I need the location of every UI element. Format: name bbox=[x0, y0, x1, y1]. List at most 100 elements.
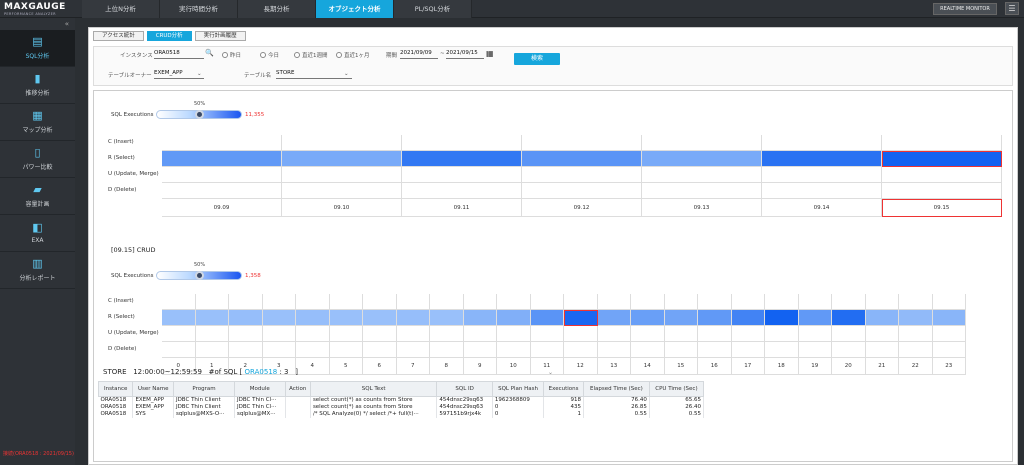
date-to-input[interactable]: 2021/09/15 bbox=[446, 50, 484, 59]
grid-cell[interactable] bbox=[798, 310, 832, 326]
sidebar-item[interactable]: ▥ 分析レポート bbox=[0, 252, 75, 289]
grid-tick-label[interactable]: 7 bbox=[396, 358, 430, 375]
radio-week[interactable] bbox=[294, 52, 300, 58]
table-header[interactable]: SQL ID bbox=[436, 381, 493, 397]
table-header[interactable]: Instance bbox=[97, 381, 134, 397]
table-header[interactable]: SQL Plan Hash bbox=[491, 381, 545, 397]
grid-tick-label[interactable]: 09.15 bbox=[882, 199, 1002, 217]
grid-tick-label[interactable]: 12 bbox=[564, 358, 598, 375]
grid-tick-label[interactable]: 22 bbox=[899, 358, 933, 375]
grid-cell[interactable] bbox=[430, 310, 464, 326]
sub-tab[interactable]: CRUD分析 bbox=[146, 31, 192, 41]
grid-cell[interactable] bbox=[932, 310, 966, 326]
grid-tick-label[interactable]: 9 bbox=[463, 358, 497, 375]
grid-tick-label[interactable]: 4 bbox=[296, 358, 330, 375]
collapse-sidebar-icon[interactable]: « bbox=[0, 18, 75, 30]
radio-yesterday[interactable] bbox=[222, 52, 228, 58]
grid-cell[interactable] bbox=[282, 151, 402, 167]
grid-tick-label[interactable]: 13 bbox=[597, 358, 631, 375]
nav-tab[interactable]: PL/SQL分析 bbox=[394, 0, 472, 18]
grid-tick-label[interactable]: 23 bbox=[932, 358, 966, 375]
grid-cell[interactable] bbox=[329, 310, 363, 326]
slider-knob[interactable] bbox=[195, 271, 204, 280]
table-header[interactable]: Action bbox=[284, 381, 311, 397]
grid-tick-label[interactable]: 15 bbox=[664, 358, 698, 375]
table-name-select[interactable]: STORE bbox=[276, 70, 352, 79]
grid-tick-label[interactable]: 10 bbox=[497, 358, 531, 375]
grid-cell[interactable] bbox=[229, 310, 263, 326]
calendar-icon[interactable]: ▦ bbox=[486, 49, 494, 58]
nav-tab[interactable]: 上位N分析 bbox=[82, 0, 160, 18]
hamburger-menu-icon[interactable]: ☰ bbox=[1005, 2, 1019, 15]
grid-cell[interactable] bbox=[522, 151, 642, 167]
grid-cell[interactable] bbox=[642, 151, 762, 167]
grid-cell[interactable] bbox=[664, 310, 698, 326]
collapse-icon[interactable]: ⌄ bbox=[548, 369, 553, 376]
instance-select[interactable]: ORA0518 bbox=[154, 50, 204, 59]
grid-cell[interactable] bbox=[765, 310, 799, 326]
grid-tick-label[interactable]: 09.14 bbox=[762, 199, 882, 217]
grid-cell[interactable] bbox=[402, 151, 522, 167]
grid-cell[interactable] bbox=[195, 310, 229, 326]
table-row[interactable]: ORA0518 SYS sqlplus@MXS-O··· sqlplus@MX··· /… bbox=[98, 411, 705, 418]
grid-cell[interactable] bbox=[631, 310, 665, 326]
sidebar-item[interactable]: ▮ 推移分析 bbox=[0, 67, 75, 104]
grid-cell[interactable] bbox=[899, 310, 933, 326]
date-from-input[interactable]: 2021/09/09 bbox=[400, 50, 438, 59]
realtime-monitor-button[interactable]: REALTIME MONITOR bbox=[933, 3, 997, 15]
table-header[interactable]: SQL Text bbox=[309, 381, 438, 397]
chevron-down-icon[interactable]: ⌄ bbox=[197, 71, 202, 77]
grid-tick-label[interactable]: 19 bbox=[798, 358, 832, 375]
grid-cell[interactable] bbox=[363, 310, 397, 326]
table-header[interactable]: Module bbox=[233, 381, 286, 397]
table-header[interactable]: User Name bbox=[132, 381, 174, 397]
sidebar-item[interactable]: ▦ マップ分析 bbox=[0, 104, 75, 141]
grid-cell[interactable] bbox=[262, 310, 296, 326]
nav-tab[interactable]: オブジェクト分析 bbox=[316, 0, 394, 18]
search-icon[interactable]: 🔍 bbox=[205, 49, 214, 57]
grid-tick-label[interactable]: 09.12 bbox=[522, 199, 642, 217]
grid-cell[interactable] bbox=[463, 310, 497, 326]
grid-tick-label[interactable]: 09.11 bbox=[402, 199, 522, 217]
table-header[interactable]: Executions bbox=[543, 381, 584, 397]
chevron-down-icon[interactable]: ⌄ bbox=[344, 71, 349, 77]
grid-tick-label[interactable]: 14 bbox=[631, 358, 665, 375]
grid-cell[interactable] bbox=[882, 151, 1002, 167]
table-row[interactable]: ORA0518 EXEM_APP JDBC Thin Client JDBC Thin… bbox=[98, 404, 705, 411]
table-header[interactable]: CPU Time (Sec) bbox=[648, 381, 705, 397]
grid-cell[interactable] bbox=[162, 151, 282, 167]
nav-tab[interactable]: 長期分析 bbox=[238, 0, 316, 18]
grid-cell[interactable] bbox=[832, 310, 866, 326]
grid-tick-label[interactable]: 18 bbox=[765, 358, 799, 375]
grid-cell[interactable] bbox=[731, 310, 765, 326]
grid-tick-label[interactable]: 09.13 bbox=[642, 199, 762, 217]
nav-tab[interactable]: 実行時間分析 bbox=[160, 0, 238, 18]
grid-tick-label[interactable]: 6 bbox=[363, 358, 397, 375]
grid-tick-label[interactable]: 16 bbox=[698, 358, 732, 375]
grid-cell[interactable] bbox=[497, 310, 531, 326]
grid-cell[interactable] bbox=[296, 310, 330, 326]
radio-today[interactable] bbox=[260, 52, 266, 58]
grid-cell[interactable] bbox=[762, 151, 882, 167]
grid-tick-label[interactable]: 09.09 bbox=[162, 199, 282, 217]
table-header[interactable]: Program bbox=[172, 381, 235, 397]
grid-tick-label[interactable]: 21 bbox=[865, 358, 899, 375]
sidebar-item[interactable]: ▤ SQL分析 bbox=[0, 30, 75, 67]
grid-cell[interactable] bbox=[396, 310, 430, 326]
radio-month[interactable] bbox=[336, 52, 342, 58]
grid-cell[interactable] bbox=[530, 310, 564, 326]
sidebar-item[interactable]: ▯ パワー比較 bbox=[0, 141, 75, 178]
grid-cell[interactable] bbox=[865, 310, 899, 326]
grid-tick-label[interactable]: 17 bbox=[731, 358, 765, 375]
grid-cell[interactable] bbox=[597, 310, 631, 326]
grid-tick-label[interactable]: 8 bbox=[430, 358, 464, 375]
grid-tick-label[interactable]: 5 bbox=[329, 358, 363, 375]
sub-tab[interactable]: アクセス統計 bbox=[93, 31, 144, 41]
sidebar-item[interactable]: ▰ 容量計画 bbox=[0, 178, 75, 215]
table-header[interactable]: Elapsed Time (Sec) bbox=[582, 381, 650, 397]
sub-tab[interactable]: 実行計画履歴 bbox=[194, 31, 246, 41]
slider-knob[interactable] bbox=[195, 110, 204, 119]
grid-tick-label[interactable]: 09.10 bbox=[282, 199, 402, 217]
table-row[interactable]: ORA0518 EXEM_APP JDBC Thin Client JDBC Thin… bbox=[98, 396, 705, 404]
grid-cell[interactable] bbox=[564, 310, 598, 326]
